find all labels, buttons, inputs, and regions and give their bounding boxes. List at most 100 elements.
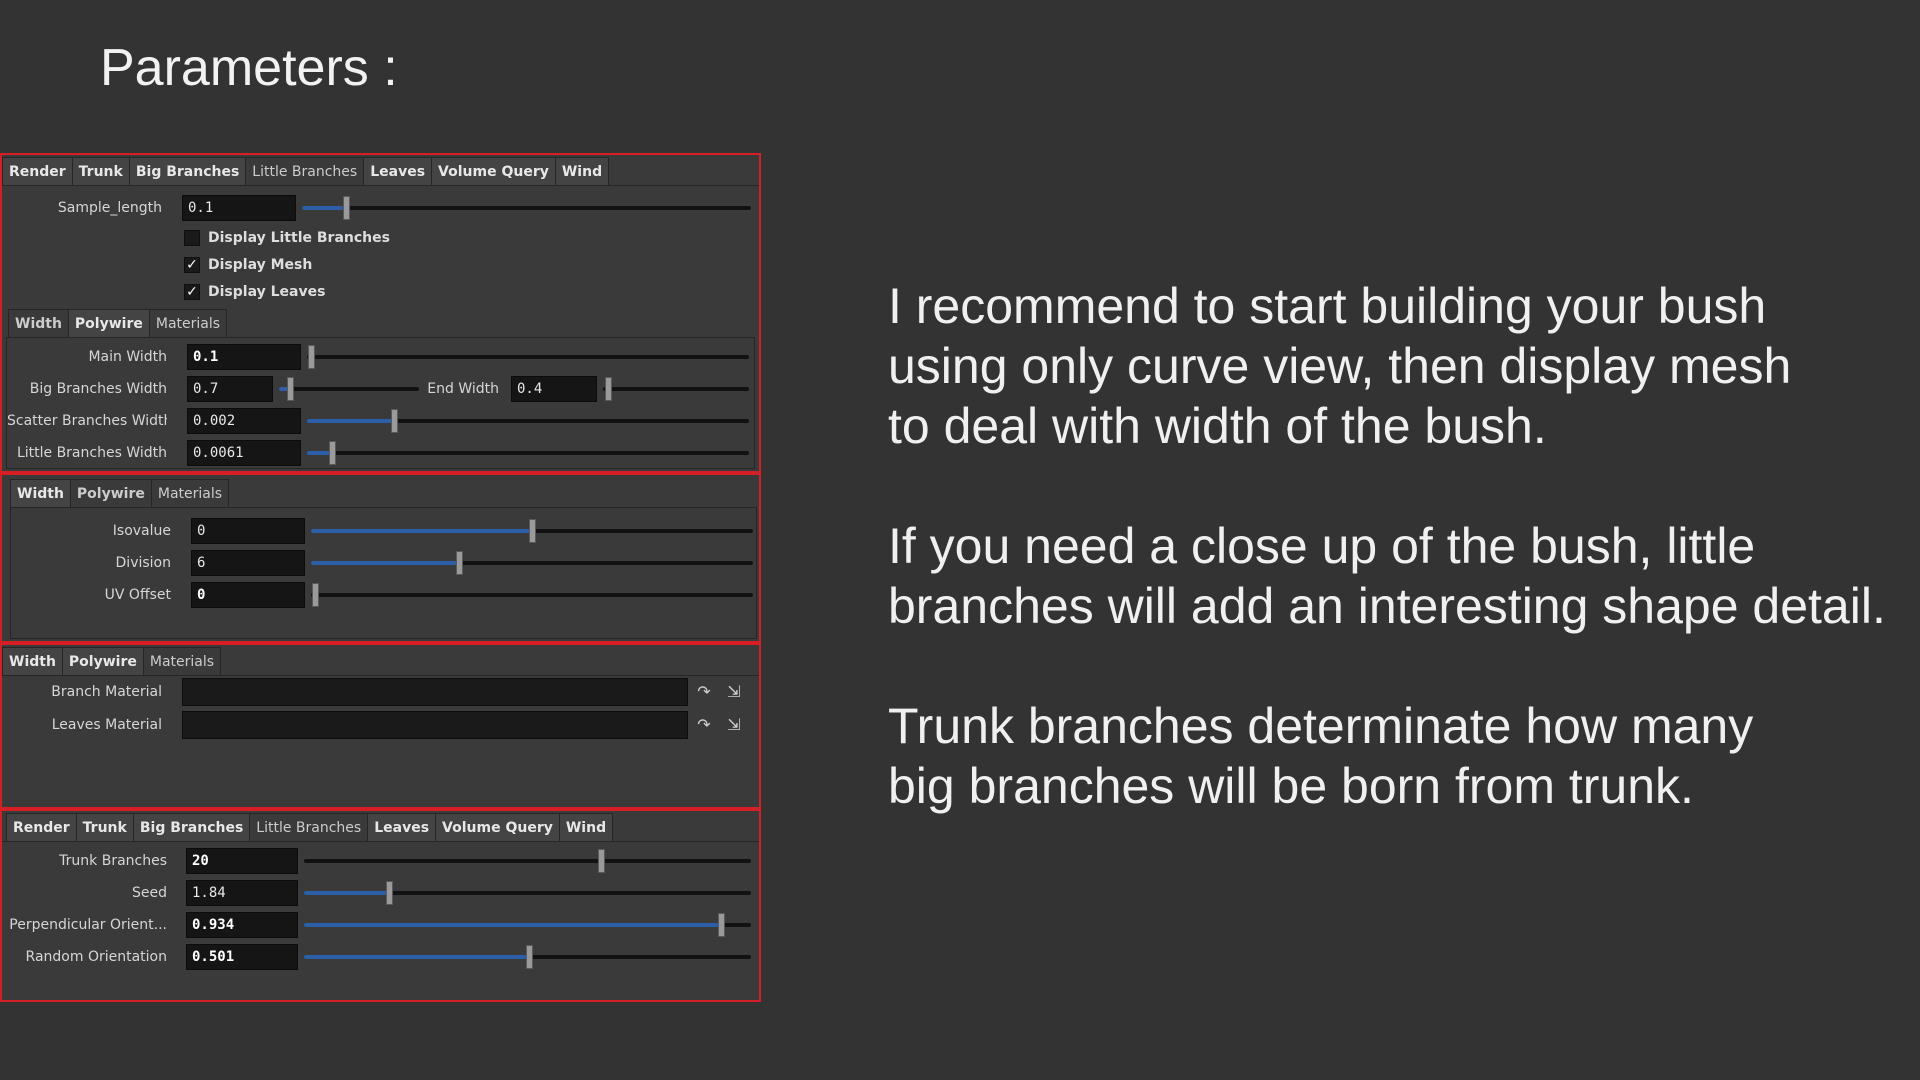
explanation-line: I recommend to start building your bush [888,278,1767,334]
tab-little-branches[interactable]: Little Branches [245,157,365,185]
tab-width[interactable]: Width [10,479,71,507]
leaves-material-field[interactable] [182,711,688,739]
slider-handle[interactable] [529,519,536,543]
tab-wind[interactable]: Wind [554,157,610,185]
tab-volume-query[interactable]: Volume Query [431,157,556,185]
slider-handle[interactable] [308,345,315,369]
leaves-material-label: Leaves Material [51,717,162,733]
big-branches-width-label: Big Branches Width [29,381,167,397]
perpendicular-orientation-field[interactable]: 0.934 [186,912,298,938]
tab-polywire[interactable]: Polywire [69,479,152,507]
checkbox-label: Display Leaves [208,284,326,300]
seed-slider[interactable] [304,880,751,906]
trunk-branches-slider[interactable] [304,848,751,874]
little-branches-width-field[interactable]: 0.0061 [187,440,301,466]
tab-trunk[interactable]: Trunk [71,157,130,185]
uv-offset-field[interactable]: 0 [191,582,305,608]
main-width-slider[interactable] [307,344,749,370]
choose-operator-icon[interactable]: ⇲ [724,682,744,702]
slider-handle[interactable] [386,881,393,905]
branch-material-label: Branch Material [51,684,162,700]
checkbox-label: Display Mesh [208,257,313,273]
trunk-panel: Render Trunk Big Branches Little Branche… [0,809,761,1002]
random-orientation-slider[interactable] [304,944,751,970]
tab-width[interactable]: Width [2,647,63,675]
tab-little-branches[interactable]: Little Branches [249,813,369,841]
slider-handle[interactable] [718,913,725,937]
jump-to-operator-icon[interactable]: ↷ [694,682,714,702]
slider-handle[interactable] [312,583,319,607]
tab-trunk[interactable]: Trunk [75,813,134,841]
slider-handle[interactable] [391,409,398,433]
sub-tab-bar: Width Polywire Materials [2,647,222,675]
explanation-paragraph-3: Trunk branches determinate how many big … [888,696,1888,816]
width-subpanel: Main Width 0.1 Big Branches Width 0.7 En… [6,337,755,469]
end-width-slider[interactable] [603,376,749,402]
little-branches-width-label: Little Branches Width [16,445,167,461]
division-slider[interactable] [311,550,753,576]
slider-handle[interactable] [605,377,612,401]
tab-wind[interactable]: Wind [558,813,614,841]
tab-big-branches[interactable]: Big Branches [132,813,251,841]
seed-label: Seed [132,885,167,901]
checkbox-box [184,230,200,246]
display-mesh-checkbox[interactable]: ✓ Display Mesh [184,252,484,278]
slider-handle[interactable] [343,196,350,220]
division-label: Division [115,555,171,571]
sample-length-slider[interactable] [302,195,751,221]
uv-offset-slider[interactable] [311,582,753,608]
uv-offset-label: UV Offset [104,587,171,603]
end-width-field[interactable]: 0.4 [511,376,597,402]
sample-length-label: Sample_length [57,200,162,216]
jump-to-operator-icon[interactable]: ↷ [694,715,714,735]
tab-leaves[interactable]: Leaves [363,157,433,185]
tab-materials[interactable]: Materials [150,479,230,507]
big-branches-width-slider[interactable] [279,376,419,402]
slider-handle[interactable] [456,551,463,575]
slider-handle[interactable] [598,849,605,873]
display-leaves-checkbox[interactable]: ✓ Display Leaves [184,279,484,305]
tab-width[interactable]: Width [8,309,69,337]
trunk-branches-label: Trunk Branches [59,853,167,869]
main-width-label: Main Width [88,349,167,365]
sub-tab-bar: Width Polywire Materials [8,309,228,337]
isovalue-label: Isovalue [112,523,171,539]
tab-polywire[interactable]: Polywire [61,647,144,675]
tab-materials[interactable]: Materials [148,309,228,337]
slider-handle[interactable] [329,441,336,465]
scatter-branches-width-label: Scatter Branches Width [7,413,167,429]
isovalue-field[interactable]: 0 [191,518,305,544]
random-orientation-field[interactable]: 0.501 [186,944,298,970]
branch-material-field[interactable] [182,678,688,706]
tab-leaves[interactable]: Leaves [367,813,437,841]
scatter-branches-width-slider[interactable] [307,408,749,434]
check-mark-icon: ✓ [184,257,200,273]
explanation-line: Trunk branches determinate how many [888,698,1754,754]
isovalue-slider[interactable] [311,518,753,544]
main-width-field[interactable]: 0.1 [187,344,301,370]
tab-render[interactable]: Render [2,157,73,185]
page-title: Parameters : [100,39,398,97]
tab-polywire[interactable]: Polywire [67,309,150,337]
tab-materials[interactable]: Materials [142,647,222,675]
tab-big-branches[interactable]: Big Branches [128,157,247,185]
scatter-branches-width-field[interactable]: 0.002 [187,408,301,434]
sample-length-field[interactable]: 0.1 [182,195,296,221]
explanation-paragraph-1: I recommend to start building your bush … [888,276,1888,456]
slider-handle[interactable] [287,377,294,401]
polywire-panel: Width Polywire Materials Isovalue 0 Divi… [0,473,761,643]
choose-operator-icon[interactable]: ⇲ [724,715,744,735]
division-field[interactable]: 6 [191,550,305,576]
display-little-branches-checkbox[interactable]: Display Little Branches [184,225,484,251]
little-branches-width-slider[interactable] [307,440,749,466]
slider-handle[interactable] [526,945,533,969]
tab-volume-query[interactable]: Volume Query [435,813,560,841]
materials-panel: Width Polywire Materials Branch Material… [0,643,761,809]
tab-render[interactable]: Render [6,813,77,841]
trunk-branches-field[interactable]: 20 [186,848,298,874]
polywire-subpanel: Isovalue 0 Division 6 UV Offset 0 [10,507,757,639]
seed-field[interactable]: 1.84 [186,880,298,906]
explanation-line: to deal with width of the bush. [888,398,1547,454]
big-branches-width-field[interactable]: 0.7 [187,376,273,402]
perpendicular-orientation-slider[interactable] [304,912,751,938]
